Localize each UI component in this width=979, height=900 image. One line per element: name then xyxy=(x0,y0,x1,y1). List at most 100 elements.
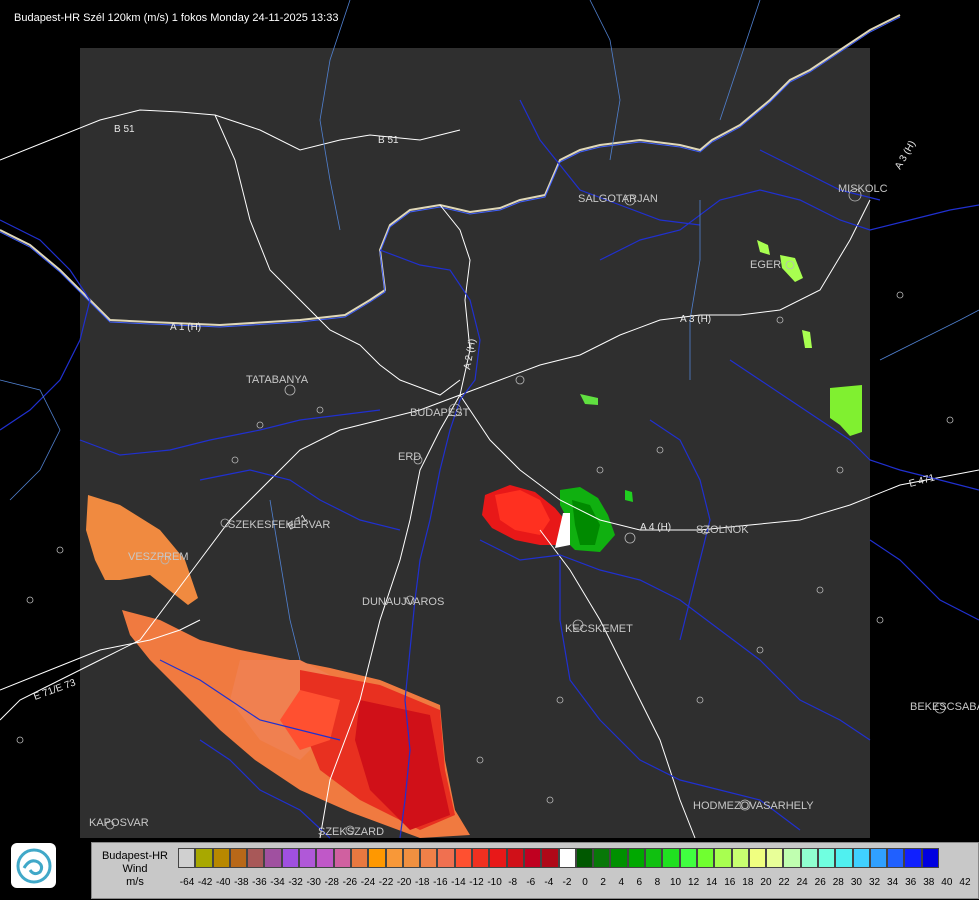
legend-swatch xyxy=(887,848,905,868)
legend-tick-label: -36 xyxy=(252,877,267,888)
legend-tick-label: -42 xyxy=(197,877,213,888)
city-label: TATABANYA xyxy=(246,374,309,386)
legend-swatches xyxy=(178,848,940,868)
legend-tick-label: -30 xyxy=(306,877,321,888)
city-label: ERD xyxy=(398,451,421,463)
legend-tick-label: -8 xyxy=(508,877,518,888)
legend-swatch xyxy=(385,848,403,868)
city-label: HODMEZOVASARHELY xyxy=(693,800,814,812)
legend-tick-label: 22 xyxy=(778,877,790,888)
city-label: VESZPREM xyxy=(128,551,189,563)
legend-swatch xyxy=(437,848,455,868)
legend-swatch xyxy=(817,848,836,868)
legend-swatch xyxy=(368,848,386,868)
legend-tick-label: -24 xyxy=(360,877,376,888)
city-label: SZEKESFEHERVAR xyxy=(228,519,330,531)
legend-tick-label: 6 xyxy=(636,877,643,888)
legend-ticks: -64 -42 -40 -38 -36 -34 -32 -30 -28 -26 -24 -22 -20-… xyxy=(178,877,974,891)
legend-tick-label: 8 xyxy=(654,877,661,888)
road-label: A 3 (H) xyxy=(893,139,918,171)
legend-swatch xyxy=(575,848,594,868)
city-label: SZEKSZARD xyxy=(318,826,384,838)
legend-swatch xyxy=(333,848,351,868)
city-label: BUDAPEST xyxy=(410,407,470,419)
legend-swatch xyxy=(748,848,767,868)
legend-swatch xyxy=(627,848,646,868)
legend-swatch xyxy=(523,848,542,868)
wave-logo-icon xyxy=(11,843,56,888)
legend-tick-label: 34 xyxy=(887,877,899,888)
legend-tick-label: -26 xyxy=(342,877,358,888)
legend-tick-label: -12 xyxy=(469,877,484,888)
legend-tick-label: -64 xyxy=(179,877,195,888)
legend-swatch xyxy=(264,848,282,868)
radar-map[interactable]: B 51 B 51 A 3 (H) A 1 (H) A 2 (H) A 3 (H… xyxy=(0,0,979,900)
legend-tick-label: 16 xyxy=(724,877,736,888)
legend-swatch xyxy=(558,848,576,868)
legend-tick-label: -4 xyxy=(544,877,554,888)
legend-swatch xyxy=(800,848,818,868)
legend-tick-label: -32 xyxy=(288,877,303,888)
legend-tick-label: -18 xyxy=(414,877,430,888)
legend-tick-label: 36 xyxy=(905,877,917,888)
legend-unit: m/s xyxy=(126,876,144,888)
legend-tick-label: 30 xyxy=(850,877,862,888)
legend-tick-label: 24 xyxy=(796,877,808,888)
legend-tick-label: -16 xyxy=(433,877,448,888)
legend-swatch xyxy=(472,848,490,868)
road-label: A 3 (H) xyxy=(680,314,711,325)
legend-tick-label: 10 xyxy=(669,877,682,888)
city-label: SALGOTARJAN xyxy=(578,193,658,205)
legend-swatch xyxy=(610,848,628,868)
legend-swatch xyxy=(281,848,300,868)
legend-tick-label: -28 xyxy=(324,877,339,888)
legend-swatch xyxy=(904,848,922,868)
legend-tick-label: 20 xyxy=(760,877,772,888)
road-label: E 471 xyxy=(908,472,937,490)
legend-tick-label: 0 xyxy=(582,877,588,888)
legend-tick-label: 14 xyxy=(706,877,718,888)
city-label: EGER xyxy=(750,259,781,271)
legend-swatch xyxy=(229,848,248,868)
legend-swatch xyxy=(316,848,334,868)
road-label: B 51 xyxy=(114,124,135,135)
legend-swatch xyxy=(869,848,888,868)
legend-swatch xyxy=(541,848,559,868)
legend-tick-label: -38 xyxy=(234,877,249,888)
legend-tick-label: 42 xyxy=(959,877,971,888)
legend-swatch xyxy=(402,848,421,868)
legend-swatch xyxy=(645,848,663,868)
legend-tick-label: 38 xyxy=(923,877,935,888)
legend-tick-label: 32 xyxy=(868,877,881,888)
legend-swatch xyxy=(783,848,801,868)
city-label: BEKESCSABA xyxy=(910,701,979,713)
color-legend: Budapest-HR Wind m/s -64 -42 -40 -38 -36 -34-… xyxy=(91,842,979,899)
legend-tick-label: -34 xyxy=(270,877,285,888)
city-label: MISKOLC xyxy=(838,183,888,195)
legend-tick-label: 2 xyxy=(600,877,606,888)
legend-tick-label: -6 xyxy=(526,877,536,888)
legend-swatch xyxy=(852,848,870,868)
legend-swatch xyxy=(195,848,213,868)
legend-tick-label: 12 xyxy=(688,877,700,888)
legend-swatch xyxy=(212,848,230,868)
legend-swatch xyxy=(662,848,680,868)
legend-swatch xyxy=(489,848,507,868)
legend-swatch xyxy=(679,848,697,868)
legend-tick-label: 40 xyxy=(941,877,953,888)
legend-tick-label: 28 xyxy=(832,877,844,888)
legend-swatch xyxy=(921,848,940,868)
legend-tick-label: -10 xyxy=(487,877,502,888)
legend-variable: Wind xyxy=(122,863,148,875)
legend-swatch xyxy=(454,848,473,868)
legend-swatch xyxy=(766,848,784,868)
legend-swatch xyxy=(350,848,369,868)
legend-tick-label: -2 xyxy=(562,877,572,888)
legend-caption: Budapest-HR Wind m/s xyxy=(92,843,178,898)
legend-swatch xyxy=(178,848,196,868)
legend-title: Budapest-HR xyxy=(101,850,169,862)
legend-swatch xyxy=(714,848,732,868)
legend-swatch xyxy=(835,848,853,868)
city-label: KAPOSVAR xyxy=(89,817,149,829)
legend-tick-label: -20 xyxy=(396,877,412,888)
